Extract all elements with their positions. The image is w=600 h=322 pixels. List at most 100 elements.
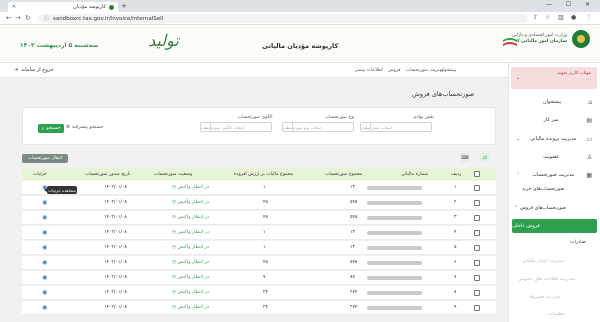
table-row[interactable]: ۴ ۱۳ ۱ در انتظار واکنش ◷ ۱۴۰۲/۰۱/۰۸ ◉ (22, 226, 496, 240)
transfer-invoice-button[interactable]: انتقال صورتحساب (22, 154, 68, 163)
row-index: ۳ (454, 215, 457, 220)
excel-icon[interactable]: ⇄ (480, 153, 490, 162)
row-vat: ۴۵ (263, 215, 268, 220)
eye-icon[interactable]: ◉ (42, 289, 47, 296)
bookmark-icon[interactable]: ☆ (545, 14, 550, 21)
close-tab-icon[interactable]: ✕ (12, 4, 16, 10)
eye-icon[interactable]: ◉ (42, 244, 47, 251)
logout-icon: ⇥ (14, 67, 19, 73)
new-tab-icon[interactable]: + (121, 2, 127, 10)
table-row[interactable]: ۶ ۵۴۵ ۴۵ در انتظار واکنش ◷ ۱۴۰۲/۰۱/۰۸ ◉ (22, 256, 496, 270)
sidebar-item-notices[interactable]: مدیریت اطلاعیه های عمومی (518, 277, 575, 282)
sidebar-item-membership[interactable]: ♙ عضویت (512, 151, 596, 163)
clock-icon: ◷ (172, 245, 177, 250)
search-button[interactable]: جستجو ⌕ (38, 124, 64, 133)
row-vat: ۱ (263, 245, 266, 250)
clock-icon: ◷ (172, 230, 177, 235)
tax-number-redacted (367, 276, 422, 280)
sidebar-sub-export[interactable]: صادرات (570, 240, 586, 245)
share-icon[interactable]: ⇪ (533, 14, 538, 21)
calligraphy-logo: تولید (148, 31, 179, 50)
row-date: ۱۴۰۲/۰۱/۰۸ (104, 275, 127, 280)
browser-tab[interactable]: ✕ کارپوشه مؤدیان (8, 2, 118, 12)
row-total: ۱۳ (350, 230, 355, 235)
row-vat: ۲۴ (263, 290, 268, 295)
user-box[interactable]: مهتاب کاربر نمونه... ⌄ (511, 67, 597, 89)
col-total[interactable]: مجموع صورتحساب (325, 172, 362, 177)
forward-icon[interactable]: → (15, 14, 21, 22)
breadcrumb-sell[interactable]: فروش (388, 68, 400, 73)
eye-icon[interactable]: ◉ (42, 259, 47, 266)
col-tax-number[interactable]: شماره مالیاتی (401, 172, 428, 177)
tax-number-redacted (367, 201, 422, 205)
row-checkbox[interactable] (474, 260, 480, 266)
tax-number-redacted (367, 291, 422, 295)
row-vat: ۴۵ (263, 200, 268, 205)
col-date[interactable]: تاریخ صدور صورتحساب (85, 172, 130, 177)
menu-icon[interactable]: ⋮ (586, 14, 592, 21)
breadcrumb-invoice[interactable]: مدیریت صورتحساب (406, 68, 444, 73)
row-checkbox[interactable] (474, 290, 480, 296)
col-vat[interactable]: مجموع مالیات بر ارزش افزوده (234, 172, 293, 177)
status-text: در انتظار واکنش (177, 230, 209, 235)
minimize-icon[interactable]: — (546, 1, 552, 8)
profile-icon[interactable]: ● (571, 14, 576, 21)
table-row[interactable]: ۹ ۲۷۴ ۲۴ در انتظار واکنش ◷ ۱۴۰۲/۰۱/۰۸ ◉ (22, 301, 496, 315)
eye-icon[interactable]: ◉ (42, 229, 47, 236)
row-checkbox[interactable] (474, 200, 480, 206)
row-status: در انتظار واکنش ◷ (172, 260, 209, 265)
status-text: در انتظار واکنش (177, 215, 209, 220)
keyboard-icon[interactable]: ⌨ (460, 153, 470, 162)
table-row[interactable]: ۱۱۳۱در انتظار واکنش ◷۱۴۰۲/۰۱/۰۸◉ (22, 181, 496, 195)
sidebar-sub-sell[interactable]: صورتحساب‌های فروش (520, 206, 566, 211)
row-checkbox[interactable] (474, 245, 480, 251)
table-row[interactable]: ۸ ۲۷۴ ۲۴ در انتظار واکنش ◷ ۱۴۰۲/۰۱/۰۸ ◉ (22, 286, 496, 300)
col-status[interactable]: وضعیت صورتحساب (154, 172, 192, 177)
maximize-icon[interactable]: ☐ (566, 1, 571, 8)
role-select[interactable]: ⌄ انتخاب نقش نهادی (360, 122, 432, 132)
portal-title: کارپوشه مؤدیان مالیاتی (262, 42, 339, 50)
sidebar-sub-buy[interactable]: صورتحساب‌های خرید (522, 187, 564, 192)
sidebar-item-dashboard[interactable]: ⌂ پیشخوان (512, 96, 596, 108)
table-row[interactable]: ۳ ۵۴۵ ۴۵ در انتظار واکنش ◷ ۱۴۰۲/۰۱/۰۸ ◉ (22, 211, 496, 225)
tax-number-redacted (367, 231, 422, 235)
table-row[interactable]: ۷ ۸۷ ۷ در انتظار واکنش ◷ ۱۴۰۲/۰۱/۰۸ ◉ (22, 271, 496, 285)
select-all-checkbox[interactable] (474, 171, 480, 177)
sidebar-item-assignments[interactable]: مدیریت تعیین‌ها (530, 295, 561, 300)
row-checkbox[interactable] (474, 305, 480, 311)
clock-icon: ◷ (172, 290, 177, 295)
sidepanel-icon[interactable]: ▥ (558, 14, 564, 21)
eye-icon[interactable]: ◉ (42, 199, 47, 206)
pattern-select[interactable]: ⌄ انتخاب الگوی صورتحساب (200, 122, 272, 132)
row-checkbox[interactable] (474, 215, 480, 221)
view-details-tooltip: مشاهده جزئیات (44, 186, 77, 194)
info-icon[interactable]: ⓘ (44, 15, 49, 22)
sidebar-item-credit[interactable]: مدیریت اعتبار مالیاتی (522, 259, 565, 264)
reload-icon[interactable]: ↻ (25, 14, 31, 22)
status-text: در انتظار واکنش (177, 200, 209, 205)
eye-icon[interactable]: ◉ (42, 274, 47, 281)
close-window-icon[interactable]: ✕ (585, 1, 590, 8)
logout-link[interactable]: خروج از سامانه ⇥ (14, 67, 54, 73)
tab-title: کارپوشه مؤدیان (73, 4, 106, 10)
eye-icon[interactable]: ◉ (42, 304, 47, 311)
row-checkbox[interactable] (474, 230, 480, 236)
sidebar-item-settings[interactable]: تنظیمات (548, 312, 565, 317)
back-icon[interactable]: ← (6, 14, 12, 22)
advanced-search-link[interactable]: جستجو پیشرفته ⚙ (66, 125, 104, 130)
row-index: ۹ (454, 305, 457, 310)
sidebar-item-invoice[interactable]: ▦ مدیریت صورتحساب ⌃ (512, 169, 596, 181)
row-status: در انتظار واکنش ◷ (172, 245, 209, 250)
type-select[interactable]: ⌄ انتخاب نوع صورتحساب (282, 122, 354, 132)
status-text: در انتظار واکنش (177, 275, 209, 280)
table-row[interactable]: ۵ ۱۳ ۱ در انتظار واکنش ◷ ۱۴۰۲/۰۱/۰۸ ◉ (22, 241, 496, 255)
sidebar-item-desk[interactable]: ▤ میز کار (512, 114, 596, 126)
row-checkbox[interactable] (474, 185, 480, 191)
sidebar-item-domestic-sell[interactable]: فروش داخلی (512, 219, 597, 233)
table-row[interactable]: ۲ ۵۴۵ ۴۵ در انتظار واکنش ◷ ۱۴۰۲/۰۱/۰۸ ◉ (22, 196, 496, 210)
url-field[interactable]: ⓘ sandboxrc.tax.gov.ir/invoice/internalS… (38, 14, 528, 23)
search-icon: ⌕ (41, 126, 45, 132)
row-checkbox[interactable] (474, 275, 480, 281)
eye-icon[interactable]: ◉ (42, 214, 47, 221)
sidebar-item-tax-file[interactable]: ▭ مدیریت پرونده مالیاتی ⌄ (512, 133, 596, 145)
